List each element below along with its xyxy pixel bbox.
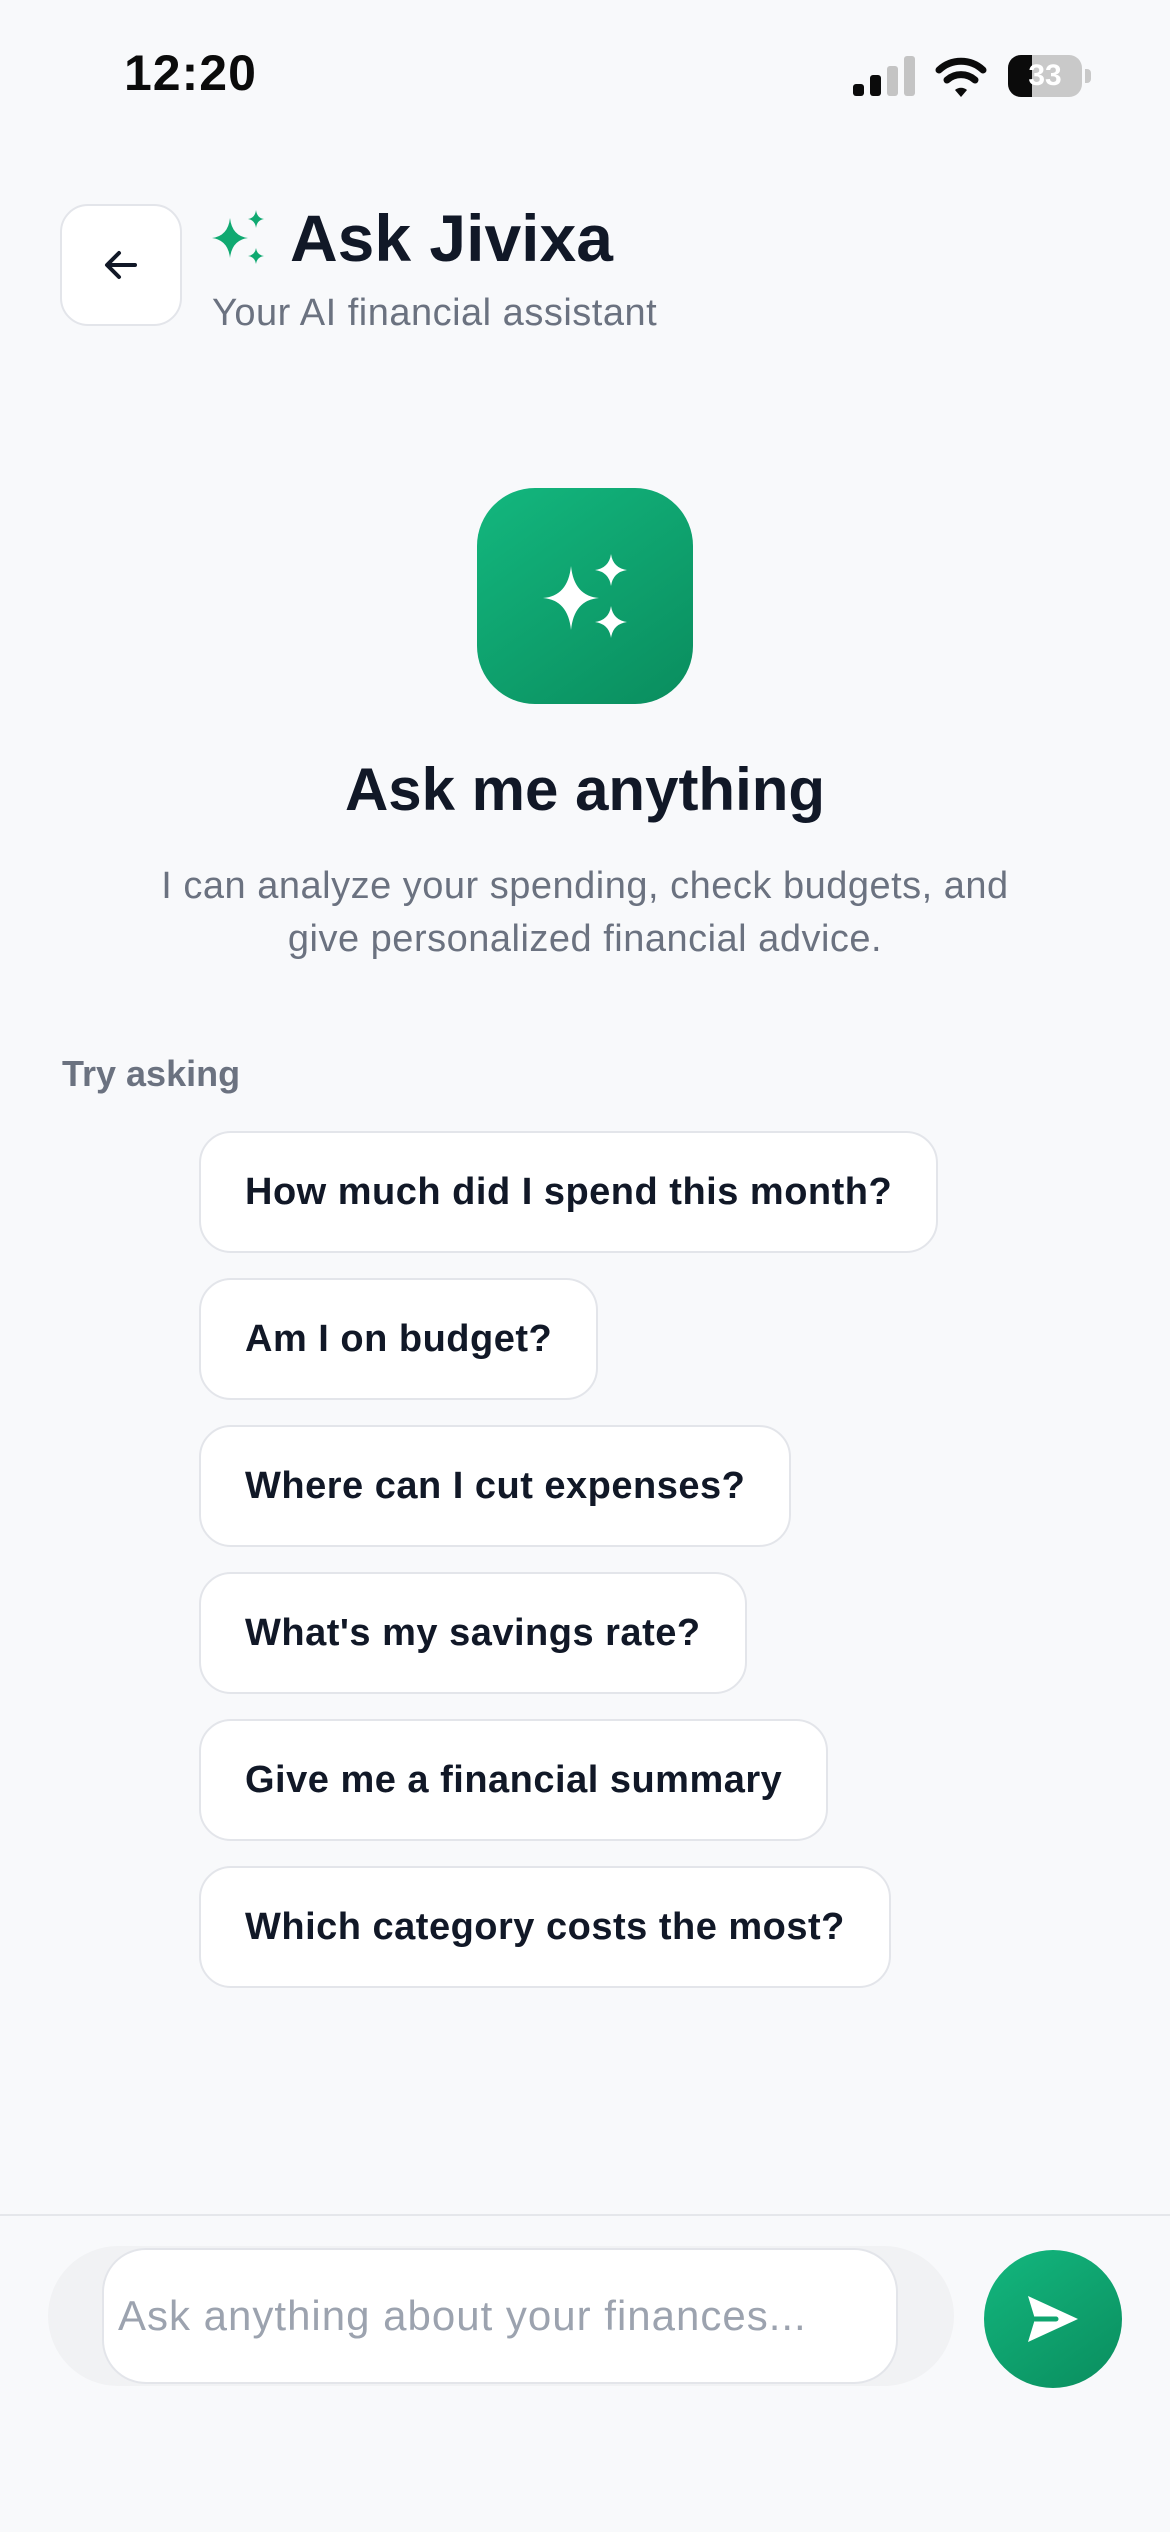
message-input[interactable] <box>102 2248 898 2384</box>
hero-description: I can analyze your spending, check budge… <box>161 865 1009 960</box>
assistant-logo <box>477 488 693 704</box>
suggestion-chip[interactable]: What's my savings rate? <box>199 1572 747 1694</box>
suggestions-label: Try asking <box>62 1053 241 1094</box>
header: Ask Jivixa Your AI financial assistant <box>0 200 1170 350</box>
battery-level: 33 <box>1028 59 1062 92</box>
hero-title: Ask me anything <box>344 756 826 823</box>
status-bar: 12:20 33 <box>0 0 1170 150</box>
suggestion-chip[interactable]: Where can I cut expenses? <box>199 1425 792 1547</box>
suggestion-chip[interactable]: Which category costs the most? <box>199 1866 891 1988</box>
suggestion-chip[interactable]: How much did I spend this month? <box>199 1131 939 1253</box>
status-time: 12:20 <box>124 45 257 101</box>
battery-icon: 33 <box>1008 55 1094 97</box>
sparkles-icon <box>543 554 627 638</box>
send-icon <box>1028 2296 1078 2342</box>
arrow-left-icon <box>105 251 137 279</box>
composer-divider <box>0 2214 1170 2216</box>
back-button[interactable] <box>60 204 182 326</box>
cellular-signal-icon <box>853 56 915 96</box>
suggestion-chip[interactable]: Am I on budget? <box>199 1278 599 1400</box>
send-button[interactable] <box>984 2250 1122 2388</box>
page-subtitle: Your AI financial assistant <box>212 292 658 334</box>
wifi-icon <box>935 57 987 97</box>
page-title: Ask Jivixa <box>290 201 613 275</box>
sparkles-icon <box>212 210 264 264</box>
suggestion-chip[interactable]: Give me a financial summary <box>199 1719 829 1841</box>
